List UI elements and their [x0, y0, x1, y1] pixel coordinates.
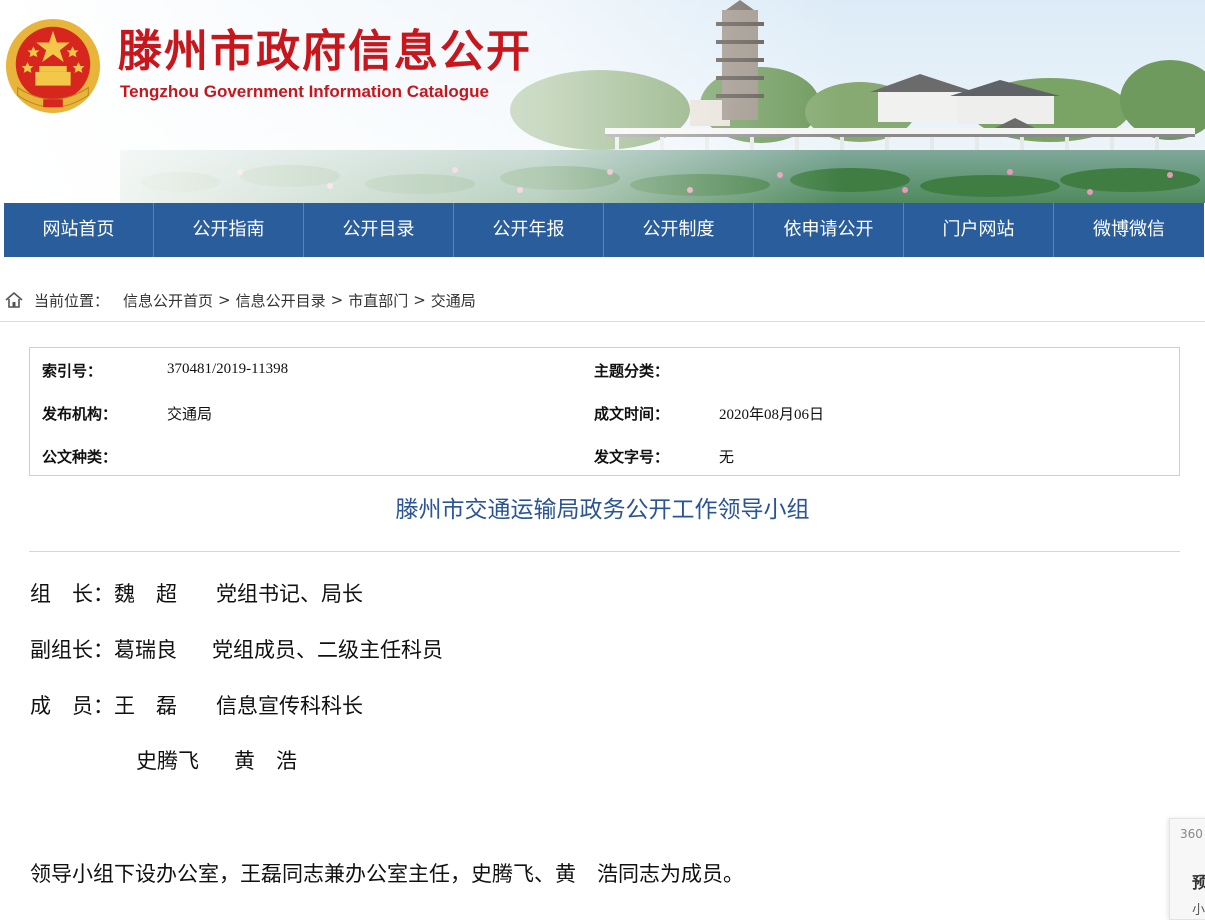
- topic-category-label: 主题分类：: [594, 362, 670, 380]
- nav-catalogue[interactable]: 公开目录: [304, 203, 454, 257]
- breadcrumb: 当前位置： 信息公开首页 > 信息公开目录 > 市直部门 > 交通局: [4, 289, 476, 311]
- breadcrumb-separator: >: [330, 291, 344, 309]
- breadcrumb-transport-bureau[interactable]: 交通局: [431, 290, 476, 311]
- document-number-label: 发文字号：: [594, 448, 670, 466]
- home-icon: [5, 292, 23, 308]
- member-line: 组 长： 魏 超 党组书记、局长: [30, 578, 363, 608]
- member-post: 信息宣传科科长: [216, 694, 363, 718]
- site-subtitle: Tengzhou Government Information Catalogu…: [120, 82, 489, 101]
- member-role: 成 员：: [30, 694, 114, 718]
- member-name: 黄 浩: [234, 749, 297, 773]
- header-banner: 滕州市政府信息公开 Tengzhou Government Informatio…: [0, 0, 1205, 203]
- member-role: 副组长：: [30, 638, 114, 662]
- member-line: 副组长： 葛瑞良 党组成员、二级主任科员: [30, 634, 443, 664]
- nav-request-disclosure[interactable]: 依申请公开: [754, 203, 904, 257]
- office-paragraph: 领导小组下设办公室，王磊同志兼办公室主任，史腾飞、黄 浩同志为成员。: [30, 862, 744, 886]
- index-number-value: 370481/2019-11398: [167, 361, 289, 377]
- document-meta-table: 索引号： 370481/2019-11398 主题分类： 发布机构： 交通局 成…: [29, 347, 1180, 476]
- breadcrumb-divider: [0, 321, 1205, 322]
- written-date-value: 2020年08月06日: [719, 407, 825, 423]
- member-line: 史腾飞 黄 浩: [136, 745, 297, 775]
- index-number-label: 索引号：: [42, 362, 103, 380]
- breadcrumb-separator: >: [413, 291, 426, 309]
- member-role: 组 长：: [30, 582, 114, 606]
- title-divider: [29, 551, 1180, 552]
- member-name: 葛瑞良: [114, 638, 177, 662]
- side-floating-widget[interactable]: 360 预 小: [1169, 818, 1205, 920]
- member-post: 党组成员、二级主任科员: [212, 638, 443, 662]
- written-date-label: 成文时间：: [594, 405, 670, 423]
- breadcrumb-separator: >: [218, 291, 231, 309]
- widget-subtext: 小: [1192, 903, 1205, 918]
- breadcrumb-info-home[interactable]: 信息公开首页: [123, 290, 213, 311]
- publisher-value: 交通局: [167, 407, 213, 423]
- site-title: 滕州市政府信息公开: [118, 26, 532, 77]
- nav-home[interactable]: 网站首页: [4, 203, 154, 257]
- breadcrumb-departments[interactable]: 市直部门: [348, 290, 408, 311]
- nav-rules[interactable]: 公开制度: [604, 203, 754, 257]
- nav-weibo-wechat[interactable]: 微博微信: [1054, 203, 1204, 257]
- document-number-value: 无: [719, 450, 735, 466]
- national-emblem-icon: [5, 18, 101, 114]
- nav-portal[interactable]: 门户网站: [904, 203, 1054, 257]
- nav-guide[interactable]: 公开指南: [154, 203, 304, 257]
- member-name: 王 磊: [114, 694, 177, 718]
- widget-heading: 预: [1192, 869, 1205, 893]
- publisher-label: 发布机构：: [42, 405, 118, 423]
- member-post: 党组书记、局长: [216, 582, 363, 606]
- article-title: 滕州市交通运输局政务公开工作领导小组: [395, 497, 810, 523]
- member-name: 史腾飞: [136, 749, 199, 773]
- breadcrumb-prefix: 当前位置：: [34, 291, 110, 310]
- breadcrumb-info-catalogue[interactable]: 信息公开目录: [236, 290, 326, 311]
- member-line: 成 员： 王 磊 信息宣传科科长: [30, 690, 363, 720]
- document-type-label: 公文种类：: [42, 448, 118, 466]
- widget-tag: 360: [1180, 827, 1203, 841]
- nav-annual-report[interactable]: 公开年报: [454, 203, 604, 257]
- main-nav: 网站首页 公开指南 公开目录 公开年报 公开制度 依申请公开 门户网站 微博微信: [4, 203, 1204, 257]
- member-name: 魏 超: [114, 582, 177, 606]
